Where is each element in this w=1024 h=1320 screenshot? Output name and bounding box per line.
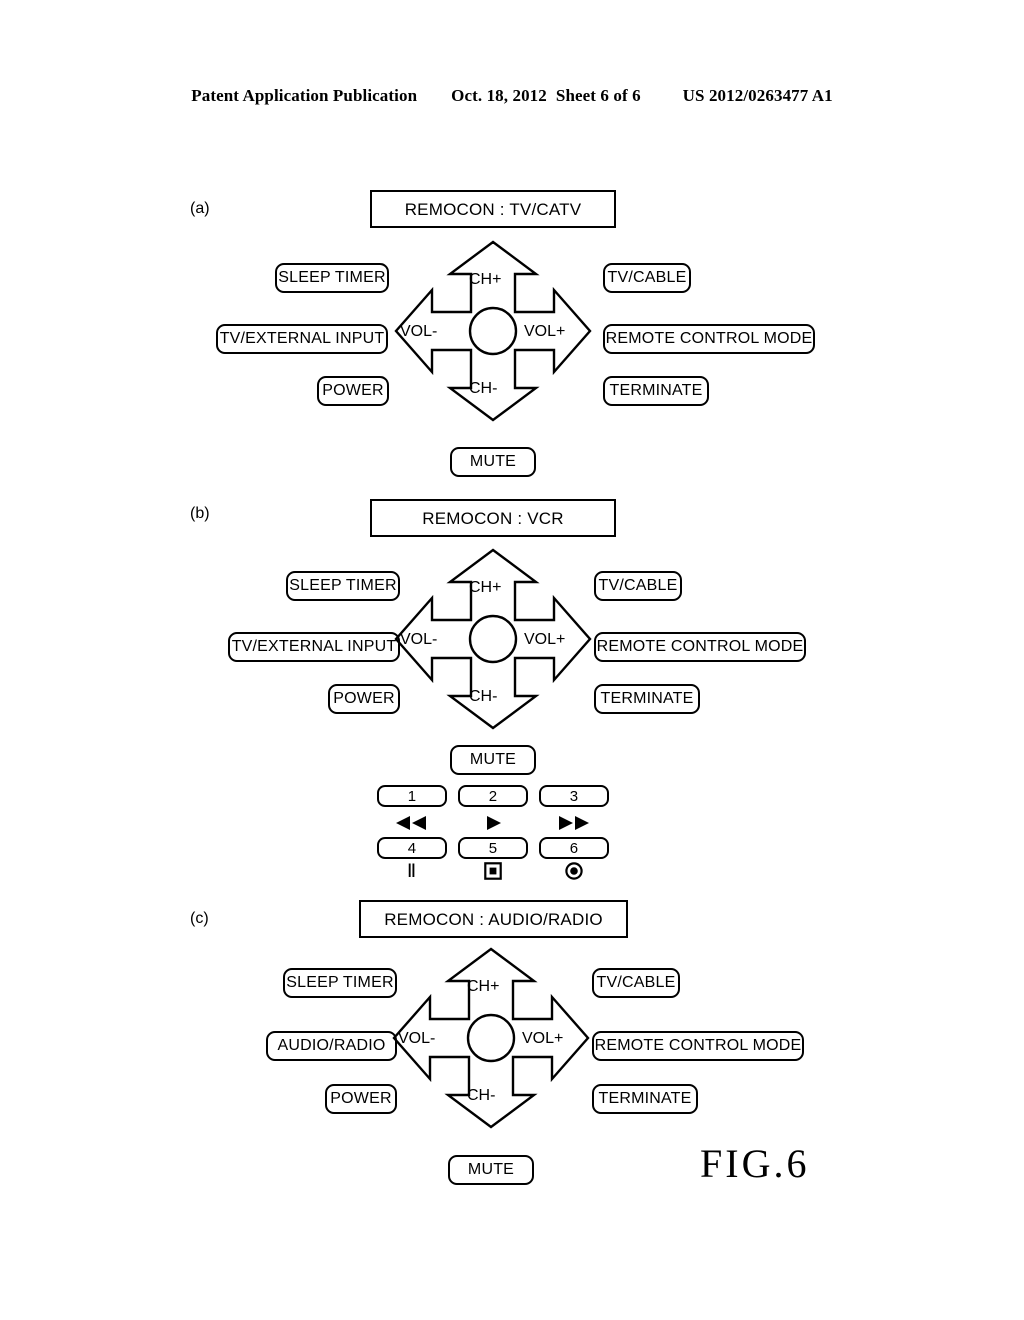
fast-forward-icon (539, 812, 609, 834)
panel-a-left-label-1-text: TV/EXTERNAL INPUT (219, 330, 385, 347)
panel-c-title: REMOCON : AUDIO/RADIO (384, 909, 603, 929)
pause-icon: Ⅱ (377, 860, 447, 882)
panel-b-right-label-0[interactable]: TV/CABLE (594, 571, 682, 601)
panel-b-left-label-1[interactable]: TV/EXTERNAL INPUT (228, 632, 400, 662)
panel-b-letter: (b) (190, 505, 210, 522)
panel-a-title-box: REMOCON : TV/CATV (370, 190, 616, 228)
panel-b-mute-button[interactable]: MUTE (450, 745, 536, 775)
panel-a-letter: (a) (190, 200, 210, 217)
panel-c-letter: (c) (190, 910, 209, 927)
panel-b-left-label-0[interactable]: SLEEP TIMER (286, 571, 400, 601)
dpad-right-label: VOL+ (524, 323, 566, 340)
play-icon (458, 812, 528, 834)
header-publication: Patent Application Publication (191, 86, 418, 105)
vcr-button-3-label: 3 (569, 787, 579, 805)
panel-b-mute-label: MUTE (469, 751, 517, 768)
panel-c-left-label-2-text: POWER (330, 1090, 392, 1107)
dpad-down-label: CH- (467, 1087, 496, 1104)
dpad-right-label: VOL+ (522, 1030, 564, 1047)
dpad-center-circle (468, 614, 518, 664)
panel-a-left-label-1[interactable]: TV/EXTERNAL INPUT (216, 324, 388, 354)
panel-c-left-label-0[interactable]: SLEEP TIMER (283, 968, 397, 998)
panel-a-right-label-0[interactable]: TV/CABLE (603, 263, 691, 293)
panel-b-right-label-2-text: TERMINATE (600, 690, 694, 707)
panel-c-right-label-2-text: TERMINATE (598, 1090, 692, 1107)
vcr-button-1[interactable]: 1 (377, 785, 447, 807)
panel-a-right-label-1-text: REMOTE CONTROL MODE (605, 330, 813, 347)
panel-c-right-label-1[interactable]: REMOTE CONTROL MODE (592, 1031, 804, 1061)
pause-glyph: Ⅱ (406, 859, 418, 882)
record-icon (539, 860, 609, 882)
vcr-button-2-label: 2 (488, 787, 498, 805)
panel-c-left-label-2[interactable]: POWER (325, 1084, 397, 1114)
panel-c-right-label-0[interactable]: TV/CABLE (592, 968, 680, 998)
vcr-button-5-label: 5 (488, 839, 498, 857)
header-patent-number: US 2012/0263477 A1 (682, 86, 833, 105)
header-sheet: Sheet 6 of 6 (555, 86, 641, 105)
dpad-center-circle (468, 306, 518, 356)
panel-b-dpad[interactable]: CH+ CH- VOL- VOL+ (393, 548, 593, 730)
panel-a-right-label-0-text: TV/CABLE (607, 269, 687, 286)
dpad-left-label: VOL- (400, 323, 438, 340)
panel-a-dpad[interactable]: CH+ CH- VOL- VOL+ (393, 240, 593, 422)
dpad-up-label: CH+ (469, 579, 502, 596)
panel-b-right-label-0-text: TV/CABLE (598, 577, 678, 594)
panel-a-left-label-2[interactable]: POWER (317, 376, 389, 406)
dpad-up-label: CH+ (467, 978, 500, 995)
stop-icon (458, 860, 528, 882)
panel-a-right-label-1[interactable]: REMOTE CONTROL MODE (603, 324, 815, 354)
panel-b-right-label-1[interactable]: REMOTE CONTROL MODE (594, 632, 806, 662)
vcr-button-6[interactable]: 6 (539, 837, 609, 859)
panel-b-left-label-2[interactable]: POWER (328, 684, 400, 714)
dpad-down-label: CH- (469, 688, 498, 705)
panel-b-left-label-1-text: TV/EXTERNAL INPUT (231, 638, 397, 655)
panel-c-right-label-0-text: TV/CABLE (596, 974, 676, 991)
rewind-icon (377, 812, 447, 834)
panel-a-right-label-2[interactable]: TERMINATE (603, 376, 709, 406)
panel-a-mute-label: MUTE (469, 453, 517, 470)
panel-b-left-label-0-text: SLEEP TIMER (289, 577, 397, 594)
panel-c-right-label-2[interactable]: TERMINATE (592, 1084, 698, 1114)
panel-b-title: REMOCON : VCR (422, 508, 564, 528)
panel-a-left-label-2-text: POWER (322, 382, 384, 399)
dpad-left-label: VOL- (398, 1030, 436, 1047)
panel-c-dpad[interactable]: CH+ CH- VOL- VOL+ (391, 947, 591, 1129)
panel-c-title-box: REMOCON : AUDIO/RADIO (359, 900, 628, 938)
dpad-down-label: CH- (469, 380, 498, 397)
panel-c-left-label-0-text: SLEEP TIMER (286, 974, 394, 991)
panel-b-right-label-2[interactable]: TERMINATE (594, 684, 700, 714)
dpad-center-circle (466, 1013, 516, 1063)
panel-c-left-label-1-text: AUDIO/RADIO (277, 1037, 386, 1054)
panel-c-mute-label: MUTE (467, 1161, 515, 1178)
panel-b-right-label-1-text: REMOTE CONTROL MODE (596, 638, 804, 655)
header-date: Oct. 18, 2012 (451, 86, 547, 105)
panel-c-mute-button[interactable]: MUTE (448, 1155, 534, 1185)
panel-a-left-label-0-text: SLEEP TIMER (278, 269, 386, 286)
panel-a-mute-button[interactable]: MUTE (450, 447, 536, 477)
vcr-button-5[interactable]: 5 (458, 837, 528, 859)
vcr-button-6-label: 6 (569, 839, 579, 857)
panel-c-left-label-1[interactable]: AUDIO/RADIO (266, 1031, 397, 1061)
dpad-up-label: CH+ (469, 271, 502, 288)
vcr-button-3[interactable]: 3 (539, 785, 609, 807)
panel-b-title-box: REMOCON : VCR (370, 499, 616, 537)
vcr-button-4[interactable]: 4 (377, 837, 447, 859)
page-header: Patent Application Publication Oct. 18, … (0, 86, 1024, 106)
figure-caption: FIG.6 (700, 1141, 810, 1186)
dpad-right-label: VOL+ (524, 631, 566, 648)
panel-a-left-label-0[interactable]: SLEEP TIMER (275, 263, 389, 293)
panel-b-left-label-2-text: POWER (333, 690, 395, 707)
vcr-button-4-label: 4 (407, 839, 417, 857)
panel-a-right-label-2-text: TERMINATE (609, 382, 703, 399)
vcr-button-2[interactable]: 2 (458, 785, 528, 807)
panel-a-title: REMOCON : TV/CATV (404, 199, 582, 219)
panel-c-right-label-1-text: REMOTE CONTROL MODE (594, 1037, 802, 1054)
vcr-button-1-label: 1 (407, 787, 417, 805)
dpad-left-label: VOL- (400, 631, 438, 648)
